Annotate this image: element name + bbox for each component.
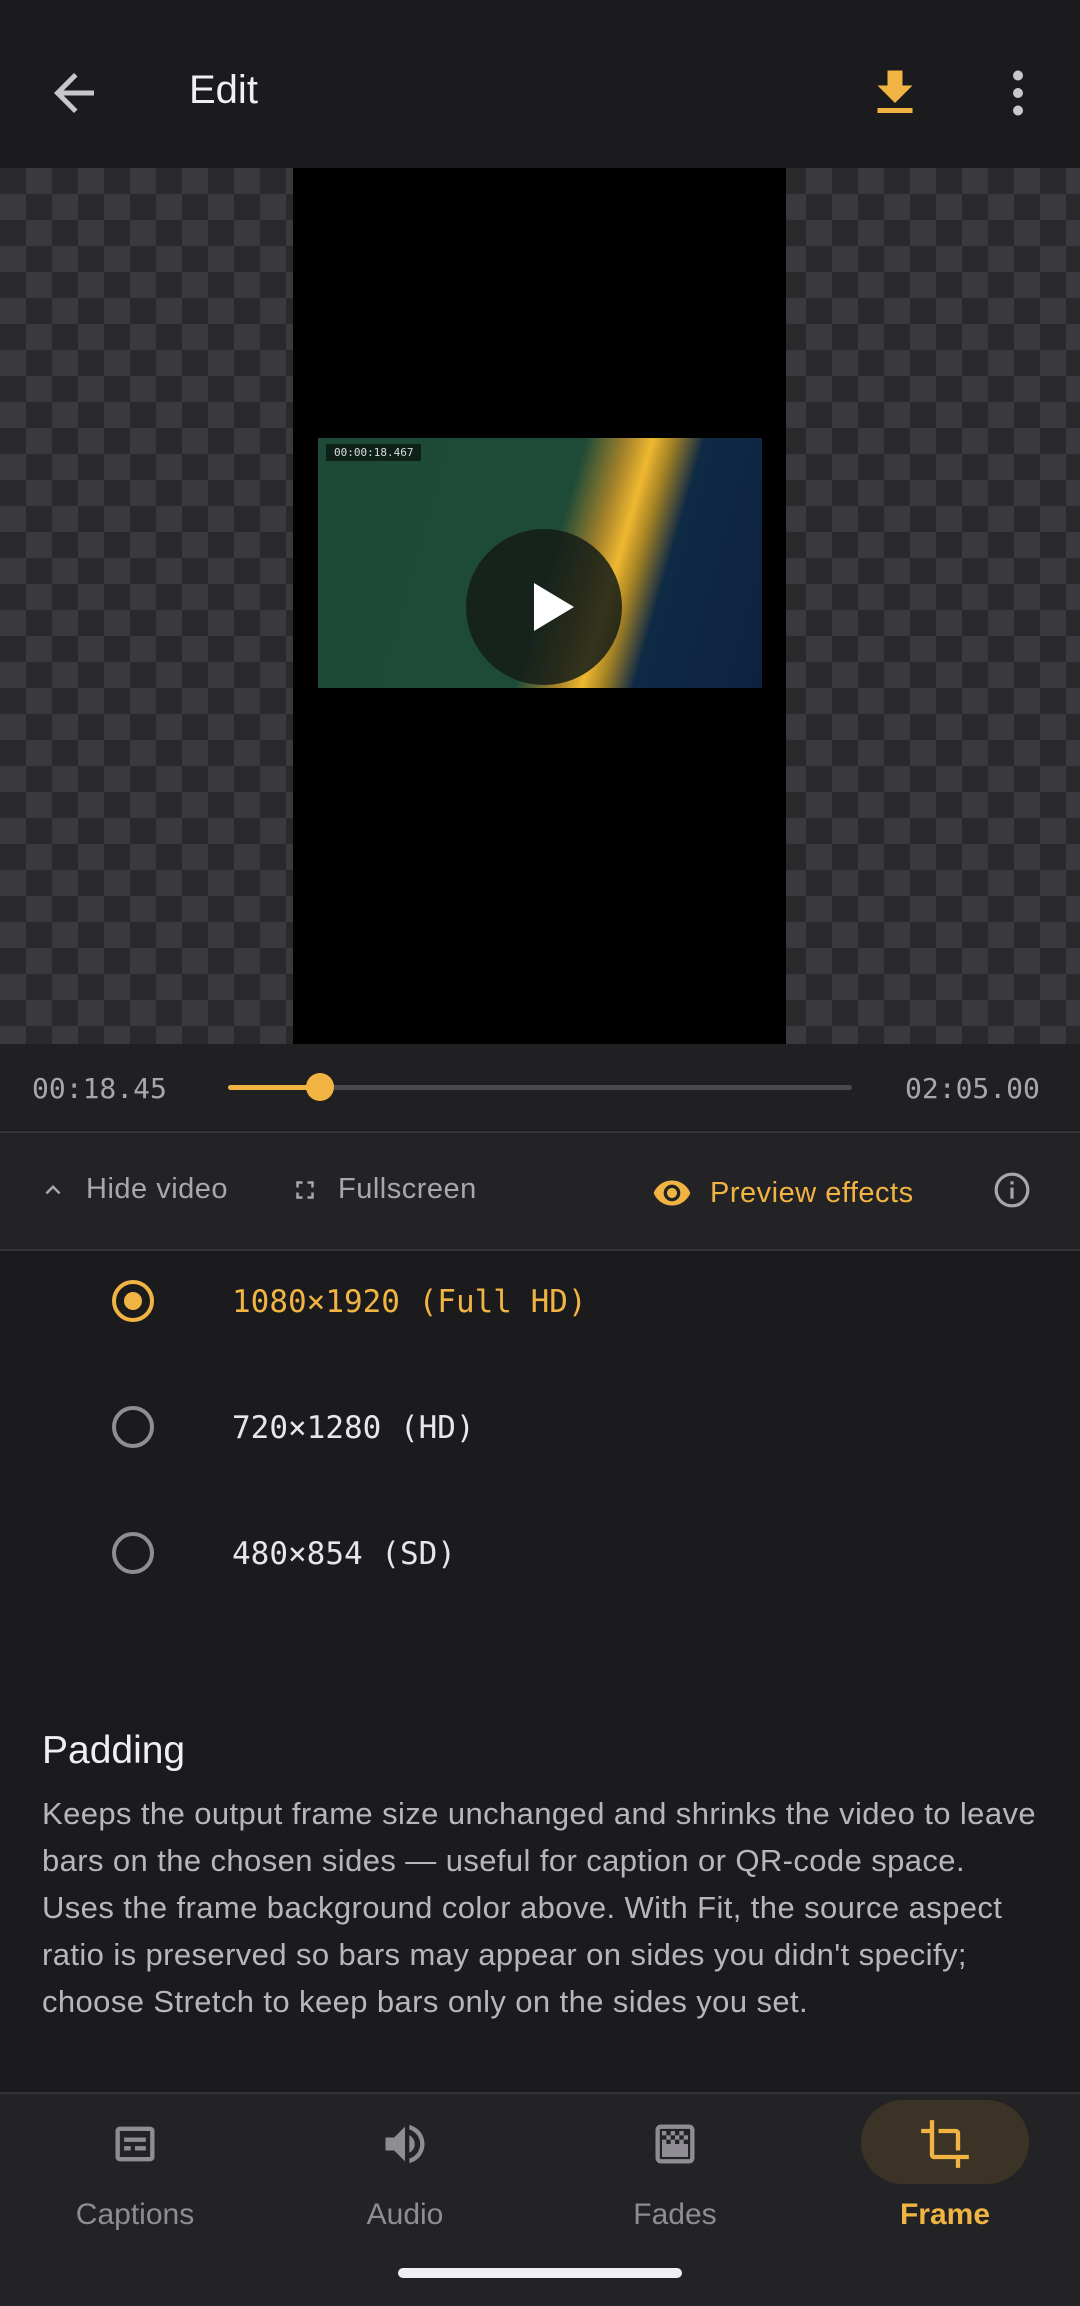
nav-label: Captions [75,2198,195,2231]
fades-icon [655,2124,695,2164]
fullscreen-button[interactable]: Fullscreen [290,1173,477,1206]
preview-effects-label: Preview effects [710,1176,914,1209]
preview-controls: Hide video Fullscreen Preview effects [0,1131,1080,1251]
eye-icon [653,1180,691,1206]
info-button[interactable] [993,1171,1031,1209]
chevron-up-icon [45,1184,61,1194]
seek-slider[interactable] [228,1073,852,1101]
download-button[interactable] [865,63,925,123]
radio-button[interactable] [112,1280,154,1322]
captions-icon [115,2126,155,2162]
download-icon [877,70,913,113]
padding-description: Keeps the output frame size unchanged an… [42,1796,1036,2019]
crop-icon [921,2120,969,2168]
radio-button[interactable] [112,1532,154,1574]
nav-captions[interactable]: Captions [0,2094,270,2306]
option-label: 480×854 (SD) [232,1536,456,1572]
nav-frame[interactable]: Frame [810,2094,1080,2306]
info-icon [994,1172,1030,1208]
video-preview-area: 00:00:18.467 [0,168,1080,1044]
output-frame: 00:00:18.467 [293,168,786,1044]
video-timestamp-overlay: 00:00:18.467 [326,444,422,461]
fullscreen-icon [296,1180,314,1199]
nav-label: Frame [899,2198,991,2231]
play-button[interactable] [466,529,622,685]
duration-time: 02:05.00 [905,1072,1040,1105]
volume-icon [385,2124,425,2164]
back-button[interactable] [44,63,104,123]
current-time: 00:18.45 [32,1072,167,1105]
option-label: 720×1280 (HD) [232,1410,475,1446]
play-icon [534,583,574,631]
fullscreen-label: Fullscreen [338,1173,477,1205]
radio-button[interactable] [112,1406,154,1448]
hide-video-button[interactable]: Hide video [38,1173,228,1206]
resolution-option-hd[interactable]: 720×1280 (HD) [0,1376,1080,1486]
home-indicator [398,2268,682,2278]
page-title: Edit [189,68,258,112]
video-content[interactable]: 00:00:18.467 [318,438,762,688]
more-options-button[interactable] [988,63,1048,123]
option-label: 1080×1920 (Full HD) [232,1284,587,1320]
padding-heading: Padding [42,1729,186,1772]
timeline-bar: 00:18.45 02:05.00 [0,1044,1080,1130]
more-vert-icon [1013,70,1023,116]
preview-effects-button[interactable]: Preview effects [652,1173,914,1213]
top-app-bar: Edit [0,0,1080,168]
nav-label: Fades [633,2198,717,2231]
resolution-option-sd[interactable]: 480×854 (SD) [0,1502,1080,1612]
seek-thumb[interactable] [305,1073,334,1101]
nav-label: Audio [366,2198,444,2231]
arrow-left-icon [54,73,94,113]
hide-video-label: Hide video [86,1173,229,1205]
resolution-option-full-hd[interactable]: 1080×1920 (Full HD) [0,1250,1080,1360]
